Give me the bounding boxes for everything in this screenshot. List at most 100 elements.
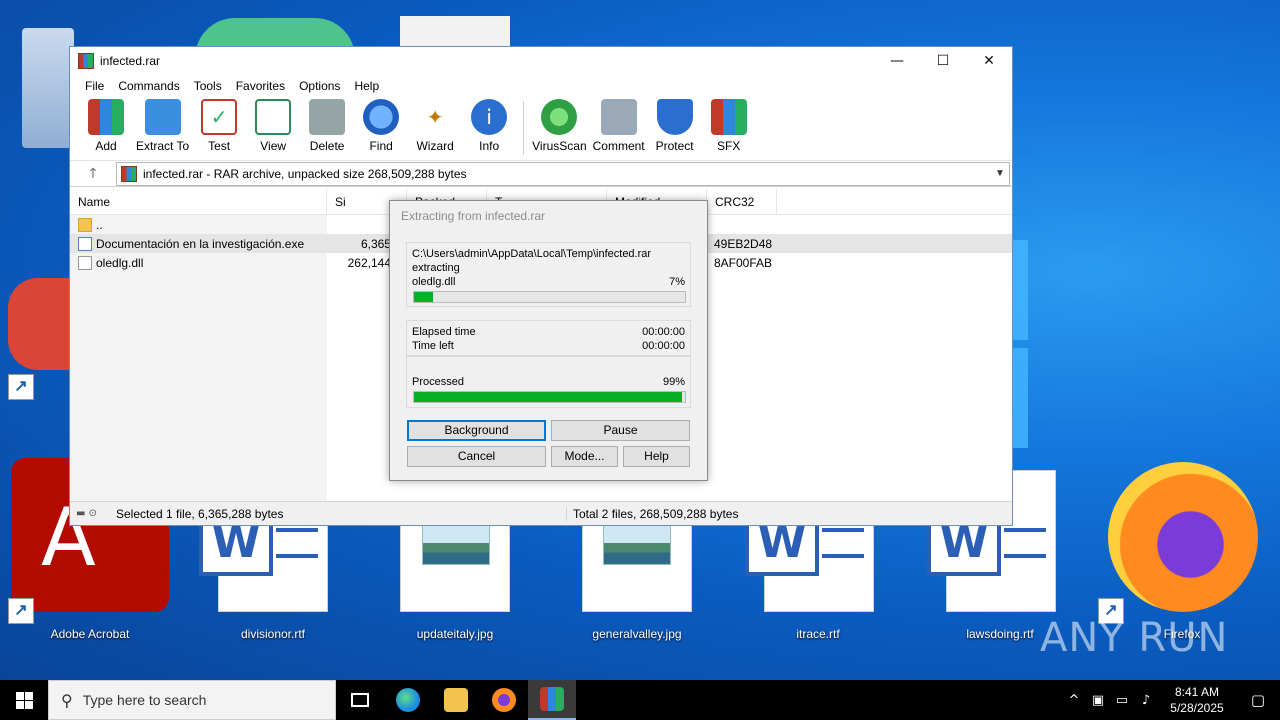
text-lines	[822, 528, 864, 558]
archive-icon	[121, 165, 137, 182]
test-icon: ✓	[201, 99, 238, 135]
toolbar-view-button[interactable]: View	[249, 99, 297, 153]
extract-dialog[interactable]: Extracting from infected.rar C:\Users\ad…	[389, 200, 708, 481]
menu-help[interactable]: Help	[347, 79, 386, 93]
toolbar-find-button[interactable]: Find	[357, 99, 405, 153]
title-bar[interactable]: infected.rar — ☐ ✕	[70, 47, 1012, 75]
find-icon	[363, 99, 400, 135]
edge-icon	[396, 688, 420, 712]
notification-icon[interactable]: ▢	[1236, 691, 1280, 709]
maximize-button[interactable]: ☐	[920, 47, 966, 75]
info-icon: i	[471, 99, 508, 135]
toolbar-comment-button[interactable]: Comment	[593, 99, 645, 153]
toolbar-test-button[interactable]: ✓ Test	[195, 99, 243, 153]
close-button[interactable]: ✕	[966, 47, 1012, 75]
file-name: ..	[96, 217, 103, 232]
shortcut-arrow-icon: ↗	[8, 374, 34, 400]
toolbar-info-button[interactable]: i Info	[465, 99, 513, 153]
action-text: extracting	[412, 262, 460, 274]
desktop-item-top-2	[400, 16, 510, 50]
clock-date: 5/28/2025	[1170, 701, 1224, 715]
processed-progress-bar	[413, 391, 686, 403]
firefox-icon	[492, 688, 516, 712]
wizard-icon: ✦	[426, 105, 444, 129]
file-crc: 8AF00FAB	[714, 255, 773, 270]
file-percent: 7%	[669, 276, 685, 288]
toolbar-delete-button[interactable]: Delete	[303, 99, 351, 153]
image-thumbnail-icon	[603, 525, 671, 565]
start-button[interactable]	[0, 680, 48, 720]
chevron-up-icon[interactable]: ^	[1062, 693, 1086, 708]
elapsed-label: Elapsed time	[412, 326, 476, 338]
sfx-icon	[710, 99, 747, 135]
toolbar-extract-to-button[interactable]: Extract To	[136, 99, 189, 153]
add-icon	[88, 99, 124, 135]
menu-tools[interactable]: Tools	[187, 79, 229, 93]
taskbar-firefox[interactable]	[480, 680, 528, 720]
elapsed-value: 00:00:00	[642, 326, 685, 338]
clock-time: 8:41 AM	[1174, 685, 1220, 699]
volume-icon[interactable]: ♪	[1134, 693, 1158, 708]
file-name: Documentación en la investigación.exe	[96, 236, 305, 251]
winrar-icon	[540, 687, 564, 711]
menu-commands[interactable]: Commands	[111, 79, 186, 93]
menu-favorites[interactable]: Favorites	[229, 79, 292, 93]
desktop-icon-label: Adobe Acrobat	[50, 627, 130, 641]
recycle-bin-icon[interactable]	[22, 28, 74, 148]
status-total: Total 2 files, 268,509,288 bytes	[566, 506, 1012, 521]
processed-progress-fill	[414, 392, 683, 402]
toolbar-wizard-button[interactable]: ✦ Wizard	[411, 99, 459, 153]
current-file-group: C:\Users\admin\AppData\Local\Temp\infect…	[406, 242, 691, 307]
cancel-button[interactable]: Cancel	[407, 446, 546, 467]
chevron-down-icon[interactable]: ▼	[991, 168, 1009, 179]
processed-group: Processed 99%	[406, 356, 691, 408]
window-title: infected.rar	[100, 54, 161, 68]
folder-icon	[78, 217, 92, 232]
text-lines	[1004, 528, 1046, 558]
taskbar-edge[interactable]	[384, 680, 432, 720]
firefox-icon	[1108, 462, 1258, 612]
image-thumbnail-icon	[422, 525, 490, 565]
toolbar-virusscan-button[interactable]: VirusScan	[532, 99, 587, 153]
column-crc[interactable]: CRC32	[707, 188, 777, 215]
toolbar: Add Extract To ✓ Test View Delete Find ✦ W…	[70, 97, 1012, 161]
virusscan-icon	[541, 99, 578, 135]
file-progress-fill	[414, 292, 433, 302]
toolbar-add-button[interactable]: Add	[82, 99, 130, 153]
column-name[interactable]: Name	[70, 188, 327, 215]
time-group: Elapsed time 00:00:00 Time left 00:00:00	[406, 320, 691, 356]
protect-icon	[656, 99, 693, 135]
menu-options[interactable]: Options	[292, 79, 347, 93]
address-text: infected.rar - RAR archive, unpacked siz…	[143, 166, 467, 181]
processed-label: Processed	[412, 376, 464, 388]
clock[interactable]: 8:41 AM 5/28/2025	[1158, 684, 1236, 716]
file-name: oledlg.dll	[96, 255, 144, 270]
app-icon-left[interactable]	[8, 278, 70, 370]
minimize-button[interactable]: —	[874, 47, 920, 75]
search-box[interactable]: ⚲ Type here to search	[48, 680, 336, 720]
address-field[interactable]: infected.rar - RAR archive, unpacked siz…	[116, 161, 1010, 186]
desktop-icon-label: divisionor.rtf	[240, 627, 306, 641]
background-button[interactable]: Background	[407, 420, 546, 441]
windows-icon	[15, 691, 33, 709]
search-icon: ⚲	[61, 690, 73, 710]
taskbar-file-explorer[interactable]	[432, 680, 480, 720]
toolbar-protect-button[interactable]: Protect	[651, 99, 699, 153]
up-folder-button[interactable]: ↑	[70, 166, 116, 182]
drive-icon: ▬ ⊙	[76, 508, 98, 519]
toolbar-sfx-button[interactable]: SFX	[705, 99, 753, 153]
folder-icon	[444, 688, 468, 712]
system-tray: ^ ▣ ▭ ♪ 8:41 AM 5/28/2025 ▢	[1062, 680, 1280, 720]
exe-icon	[78, 236, 92, 251]
taskbar-winrar[interactable]	[528, 680, 576, 720]
time-left-value: 00:00:00	[642, 340, 685, 352]
mode-button[interactable]: Mode...	[551, 446, 618, 467]
comment-icon	[600, 99, 637, 135]
device-icon[interactable]: ▣	[1086, 693, 1110, 708]
pause-button[interactable]: Pause	[551, 420, 690, 441]
task-view-button[interactable]	[336, 680, 384, 720]
text-lines	[276, 528, 318, 558]
menu-file[interactable]: File	[78, 79, 111, 93]
network-icon[interactable]: ▭	[1110, 693, 1134, 708]
help-button[interactable]: Help	[623, 446, 690, 467]
